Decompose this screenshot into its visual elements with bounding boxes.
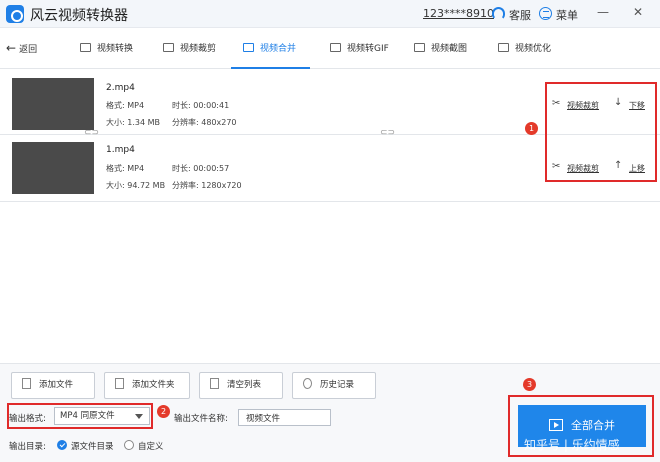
button-label: 添加文件 [39, 380, 74, 390]
back-label: 返回 [19, 45, 38, 55]
minimize-button[interactable]: — [595, 5, 611, 21]
menu-label[interactable]: 菜单 [556, 7, 578, 23]
video-thumbnail [12, 142, 94, 194]
radio-custom-dir-label[interactable]: 自定义 [138, 440, 164, 452]
tab-label: 视频优化 [515, 44, 552, 54]
file-name: 1.mp4 [106, 145, 135, 155]
optimize-icon [498, 43, 509, 52]
add-folder-button[interactable]: 添加文件夹 [104, 372, 190, 399]
highlight-box-format [7, 403, 153, 429]
button-label: 添加文件夹 [132, 380, 175, 390]
radio-custom-dir[interactable] [124, 440, 134, 450]
button-label: 历史记录 [320, 380, 355, 390]
back-arrow-icon: ← [6, 41, 17, 55]
row-divider [0, 201, 660, 202]
tab-video-merge[interactable]: 视频合并 [231, 29, 311, 69]
watermark-text: 知乎号 | 乐约情感 [524, 438, 620, 452]
highlight-box-actions [545, 82, 657, 182]
video-crop-icon [163, 43, 174, 52]
clock-icon [303, 378, 312, 389]
tab-video-crop[interactable]: 视频裁剪 [163, 29, 216, 69]
back-button[interactable]: ← 返回 [6, 41, 37, 55]
step-badge-1: 1 [525, 122, 538, 135]
service-label[interactable]: 客服 [509, 7, 531, 23]
file-name: 2.mp4 [106, 83, 135, 93]
step-badge-3: 3 [523, 378, 536, 391]
close-button[interactable]: ✕ [630, 5, 646, 21]
file-size: 大小: 94.72 MB [106, 181, 166, 190]
video-thumbnail [12, 78, 94, 130]
file-resolution: 分辨率: 480x270 [172, 118, 237, 127]
step-badge-2: 2 [157, 405, 170, 418]
tab-label: 视频截图 [431, 44, 468, 54]
video-merge-icon [243, 43, 254, 52]
file-resolution: 分辨率: 1280x720 [172, 181, 242, 190]
app-title: 风云视频转换器 [30, 8, 128, 24]
file-size: 大小: 1.34 MB [106, 118, 160, 127]
button-label: 清空列表 [227, 380, 262, 390]
output-dir-label: 输出目录: [9, 442, 46, 452]
radio-source-dir-label[interactable]: 源文件目录 [71, 440, 114, 452]
tab-video-convert[interactable]: 视频转换 [80, 29, 133, 69]
file-list: 2.mp4 格式: MP4 时长: 00:00:41 大小: 1.34 MB 分… [0, 70, 660, 360]
radio-source-dir[interactable] [57, 440, 67, 450]
tab-label: 视频转GIF [347, 44, 389, 54]
tab-video-to-gif[interactable]: 视频转GIF [330, 29, 389, 69]
screenshot-icon [414, 43, 425, 52]
file-format: 格式: MP4 [106, 164, 145, 173]
title-bar: 风云视频转换器 123****8910 客服 菜单 — ✕ [0, 0, 660, 28]
tab-video-screenshot[interactable]: 视频截图 [414, 29, 467, 69]
trash-icon [210, 378, 219, 389]
app-logo-icon [6, 5, 24, 23]
account-link[interactable]: 123****8910 [423, 7, 494, 20]
output-name-input[interactable] [238, 409, 331, 426]
headset-icon[interactable] [492, 7, 505, 20]
tab-video-optimize[interactable]: 视频优化 [498, 29, 551, 69]
output-name-label: 输出文件名称: [174, 414, 228, 424]
tab-label: 视频裁剪 [180, 44, 217, 54]
add-file-icon [22, 378, 31, 389]
feature-toolbar: ← 返回 视频转换 视频裁剪 视频合并 视频转GIF 视频截图 视频优化 [0, 29, 660, 69]
file-format: 格式: MP4 [106, 101, 145, 110]
add-file-button[interactable]: 添加文件 [11, 372, 95, 399]
clear-list-button[interactable]: 清空列表 [199, 372, 283, 399]
file-duration: 时长: 00:00:57 [172, 164, 230, 173]
menu-icon[interactable] [539, 7, 552, 20]
gif-icon [330, 43, 341, 52]
file-duration: 时长: 00:00:41 [172, 101, 230, 110]
add-folder-icon [115, 378, 124, 389]
history-button[interactable]: 历史记录 [292, 372, 376, 399]
tab-label: 视频合并 [260, 44, 297, 54]
video-convert-icon [80, 43, 91, 52]
tab-label: 视频转换 [97, 44, 134, 54]
